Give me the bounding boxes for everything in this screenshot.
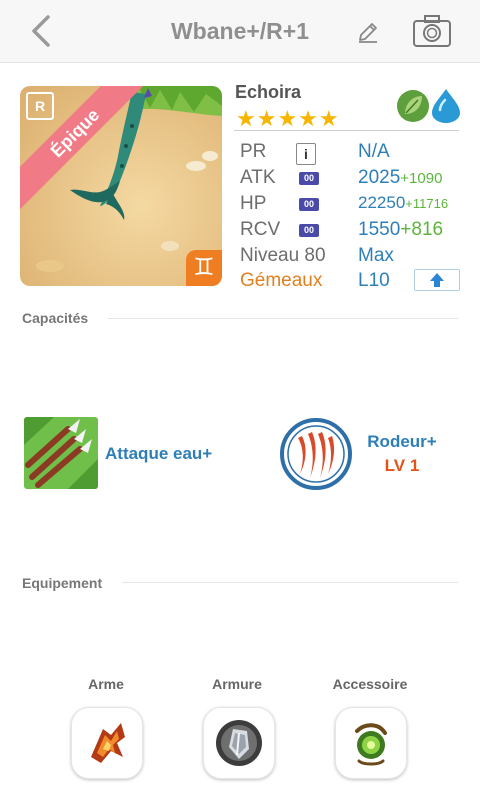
element-icons <box>396 86 462 124</box>
water-attack-skill-icon[interactable] <box>24 417 98 489</box>
rcv-bonus: +816 <box>400 219 444 240</box>
pencil-icon[interactable] <box>356 20 380 44</box>
stat-atk-label: ATK <box>240 167 276 188</box>
hp-bonus: +11716 <box>405 196 449 211</box>
hp-plus-badge: 00 <box>299 198 319 211</box>
info-icon[interactable]: i <box>296 143 316 165</box>
level-label: Niveau 80 <box>240 245 326 266</box>
star-rating: ★★★★★ <box>236 106 340 131</box>
zodiac-level: L10 <box>358 270 390 291</box>
divider <box>234 130 459 131</box>
level-value: Max <box>358 245 394 266</box>
zodiac-badge: ♊ <box>186 250 222 286</box>
ability-level: LV 1 <box>384 456 420 475</box>
accessory-slot[interactable] <box>335 707 407 779</box>
weapon-icon <box>91 723 125 763</box>
abilities-divider <box>108 318 458 319</box>
armor-icon <box>216 720 262 766</box>
equip-label-accessory: Accessoire <box>332 676 408 692</box>
camera-icon[interactable] <box>412 14 452 48</box>
rcv-plus-badge: 00 <box>299 224 319 237</box>
equip-label-armor: Armure <box>212 676 262 692</box>
top-bar: Wbane+/R+1 <box>0 0 480 63</box>
rarity-badge: R <box>26 92 54 120</box>
water-element-icon <box>432 89 460 123</box>
page-title: Wbane+/R+1 <box>170 18 310 44</box>
upgrade-button[interactable] <box>414 269 460 291</box>
abilities-heading: Capacités <box>22 310 89 326</box>
hp-base: 22250 <box>358 193 406 212</box>
ability-name-attaque[interactable]: Attaque eau+ <box>105 444 212 464</box>
atk-base: 2025 <box>358 167 401 188</box>
stat-rcv-label: RCV <box>240 219 281 240</box>
weapon-slot[interactable] <box>71 707 143 779</box>
stat-hp-value: 22250+11716 <box>358 193 448 213</box>
rcv-base: 1550 <box>358 219 401 240</box>
monster-name: Echoira <box>235 82 302 102</box>
stat-atk-value: 2025+1090 <box>358 167 442 189</box>
rodeur-skill-icon[interactable] <box>280 418 352 490</box>
stat-hp-label: HP <box>240 193 267 214</box>
equipment-heading: Equipement <box>22 575 103 591</box>
arrow-up-icon <box>430 273 444 287</box>
accessory-icon <box>355 723 387 766</box>
zodiac-label: Gémeaux <box>240 270 323 291</box>
equipment-divider <box>122 582 458 583</box>
leaf-element-icon <box>397 90 429 122</box>
equip-label-weapon: Arme <box>88 676 124 692</box>
ability-name-rodeur[interactable]: Rodeur+ <box>360 432 444 452</box>
atk-bonus: +1090 <box>400 170 443 187</box>
stat-rcv-value: 1550+816 <box>358 219 443 241</box>
monster-portrait[interactable]: Épique R ♊ <box>20 86 222 286</box>
stat-pr-value: N/A <box>358 141 390 162</box>
atk-plus-badge: 00 <box>299 172 319 185</box>
stat-pr-label: PR <box>240 141 267 162</box>
armor-slot[interactable] <box>203 707 275 779</box>
